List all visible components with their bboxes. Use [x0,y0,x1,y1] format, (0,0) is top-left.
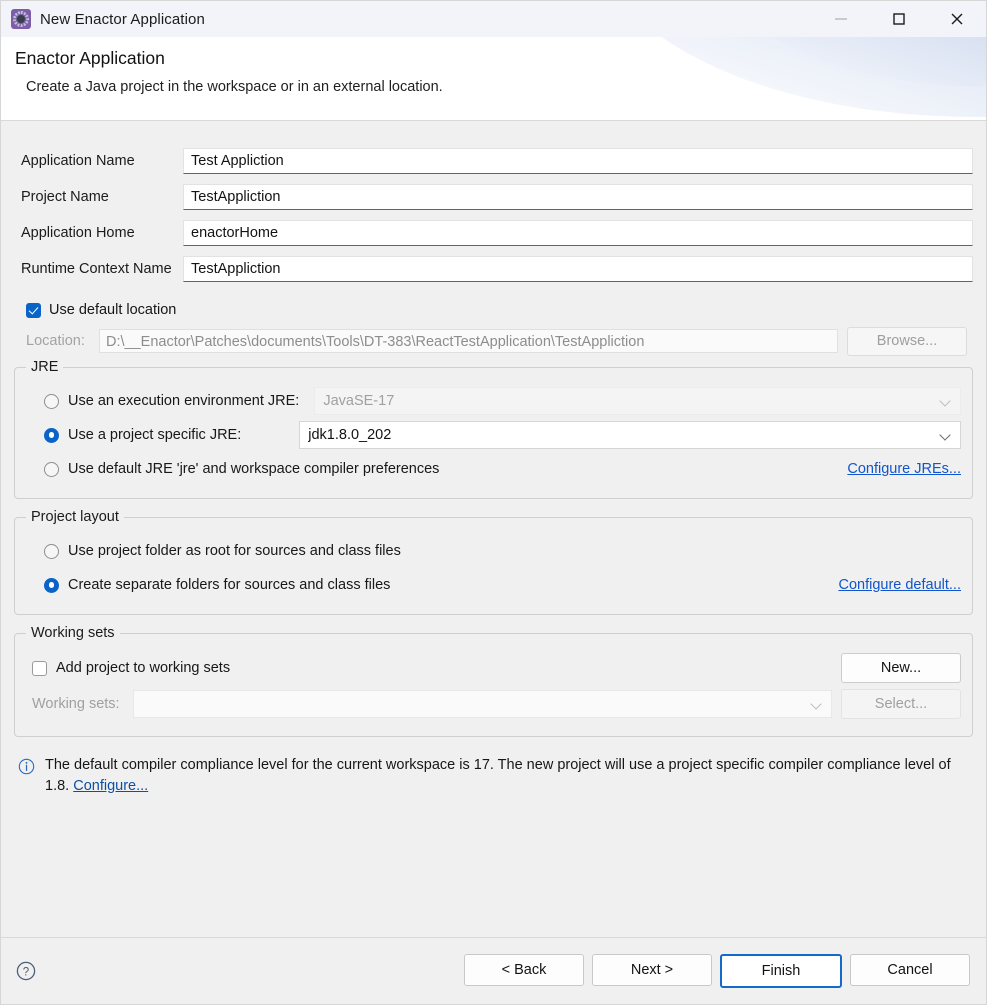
label-application-home: Application Home [21,225,135,241]
working-sets-select-button[interactable]: Select... [841,689,961,719]
help-question-icon[interactable]: ? [15,960,37,982]
runtime-context-name-input[interactable] [183,256,973,282]
field-row-runtime-context-name: Runtime Context Name [1,251,986,287]
configure-default-link[interactable]: Configure default... [838,577,961,593]
jre-execution-environment-combo[interactable]: JavaSE-17 [314,387,961,415]
application-home-input[interactable] [183,220,973,246]
compliance-info-sentence: The default compiler compliance level fo… [45,757,951,794]
label-project-name: Project Name [21,189,109,205]
project-layout-separate-row: Create separate folders for sources and … [26,568,961,602]
new-enactor-application-dialog: New Enactor Application Enactor Applicat… [0,0,987,1005]
finish-button[interactable]: Finish [720,954,842,988]
use-default-location-row[interactable]: Use default location [1,295,986,325]
jre-project-specific-row: Use a project specific JRE: jdk1.8.0_202 [26,418,961,452]
jre-default-label: Use default JRE 'jre' and workspace comp… [68,461,440,477]
project-layout-root-row: Use project folder as root for sources a… [26,534,961,568]
project-layout-separate-radio[interactable] [44,577,59,593]
add-to-working-sets-checkbox[interactable] [32,660,47,676]
field-row-application-home: Application Home [1,215,986,251]
dialog-footer: ? < Back Next > Finish Cancel [1,937,986,1004]
project-layout-group-legend: Project layout [26,509,124,525]
info-circle-icon [18,758,35,775]
add-to-working-sets-label: Add project to working sets [56,660,231,676]
page-title: Enactor Application [15,48,165,68]
add-to-working-sets-row: Add project to working sets New... [26,650,961,686]
jre-project-specific-combo[interactable]: jdk1.8.0_202 [299,421,961,449]
project-name-input[interactable] [183,184,973,210]
project-layout-root-radio[interactable] [44,543,59,559]
back-button[interactable]: < Back [464,954,584,986]
page-description: Create a Java project in the workspace o… [26,79,443,95]
close-button[interactable] [928,1,986,37]
jre-project-specific-label: Use a project specific JRE: [68,427,242,443]
application-name-input[interactable] [183,148,973,174]
dialog-body: Application Name Project Name Applicatio… [1,121,986,937]
jre-execution-environment-label: Use an execution environment JRE: [68,393,300,409]
jre-project-specific-combo-value: jdk1.8.0_202 [308,427,392,443]
field-row-project-name: Project Name [1,179,986,215]
window-title: New Enactor Application [40,10,205,28]
project-layout-group: Project layout Use project folder as roo… [14,509,973,615]
configure-jres-link[interactable]: Configure JREs... [847,461,961,477]
working-sets-select-row: Working sets: Select... [26,686,961,722]
browse-button[interactable]: Browse... [847,326,967,356]
working-sets-group-legend: Working sets [26,625,120,641]
project-layout-root-label: Use project folder as root for sources a… [68,543,401,559]
jre-default-radio[interactable] [44,461,59,477]
project-layout-separate-label: Create separate folders for sources and … [68,577,391,593]
working-sets-new-button[interactable]: New... [841,653,961,683]
jre-project-specific-radio[interactable] [44,427,59,443]
next-button[interactable]: Next > [592,954,712,986]
use-default-location-checkbox[interactable] [26,302,41,318]
enactor-gear-icon [11,9,31,29]
compliance-info-text: The default compiler compliance level fo… [45,755,971,797]
main-form-fields: Application Name Project Name Applicatio… [1,121,986,357]
title-bar: New Enactor Application [1,1,986,37]
label-runtime-context-name: Runtime Context Name [21,261,172,277]
configure-compliance-link[interactable]: Configure... [73,778,148,794]
jre-default-row: Use default JRE 'jre' and workspace comp… [26,452,961,486]
jre-execution-environment-row: Use an execution environment JRE: JavaSE… [26,384,961,418]
dialog-header: Enactor Application Create a Java projec… [1,37,986,121]
cancel-button[interactable]: Cancel [850,954,970,986]
label-application-name: Application Name [21,153,135,169]
jre-execution-environment-radio[interactable] [44,393,59,409]
chevron-down-icon [811,698,823,710]
use-default-location-label: Use default location [49,302,177,318]
working-sets-label: Working sets: [32,696,120,712]
jre-group-legend: JRE [26,359,64,375]
compliance-info-message: The default compiler compliance level fo… [18,755,971,797]
minimize-button[interactable] [812,1,870,37]
working-sets-combo[interactable] [133,690,832,718]
footer-buttons: < Back Next > Finish Cancel [464,954,970,988]
maximize-button[interactable] [870,1,928,37]
window-controls [812,1,986,37]
location-row: Location: D:\__Enactor\Patches\documents… [1,325,986,357]
jre-group: JRE Use an execution environment JRE: Ja… [14,359,973,499]
lower-options-area: Generate comments [1,797,986,937]
jre-execution-environment-combo-value: JavaSE-17 [323,393,395,409]
location-input[interactable]: D:\__Enactor\Patches\documents\Tools\DT-… [99,329,838,353]
chevron-down-icon [940,429,952,441]
working-sets-group: Working sets Add project to working sets… [14,625,973,737]
location-label: Location: [26,333,85,349]
svg-text:?: ? [23,966,29,978]
field-row-application-name: Application Name [1,143,986,179]
chevron-down-icon [940,395,952,407]
